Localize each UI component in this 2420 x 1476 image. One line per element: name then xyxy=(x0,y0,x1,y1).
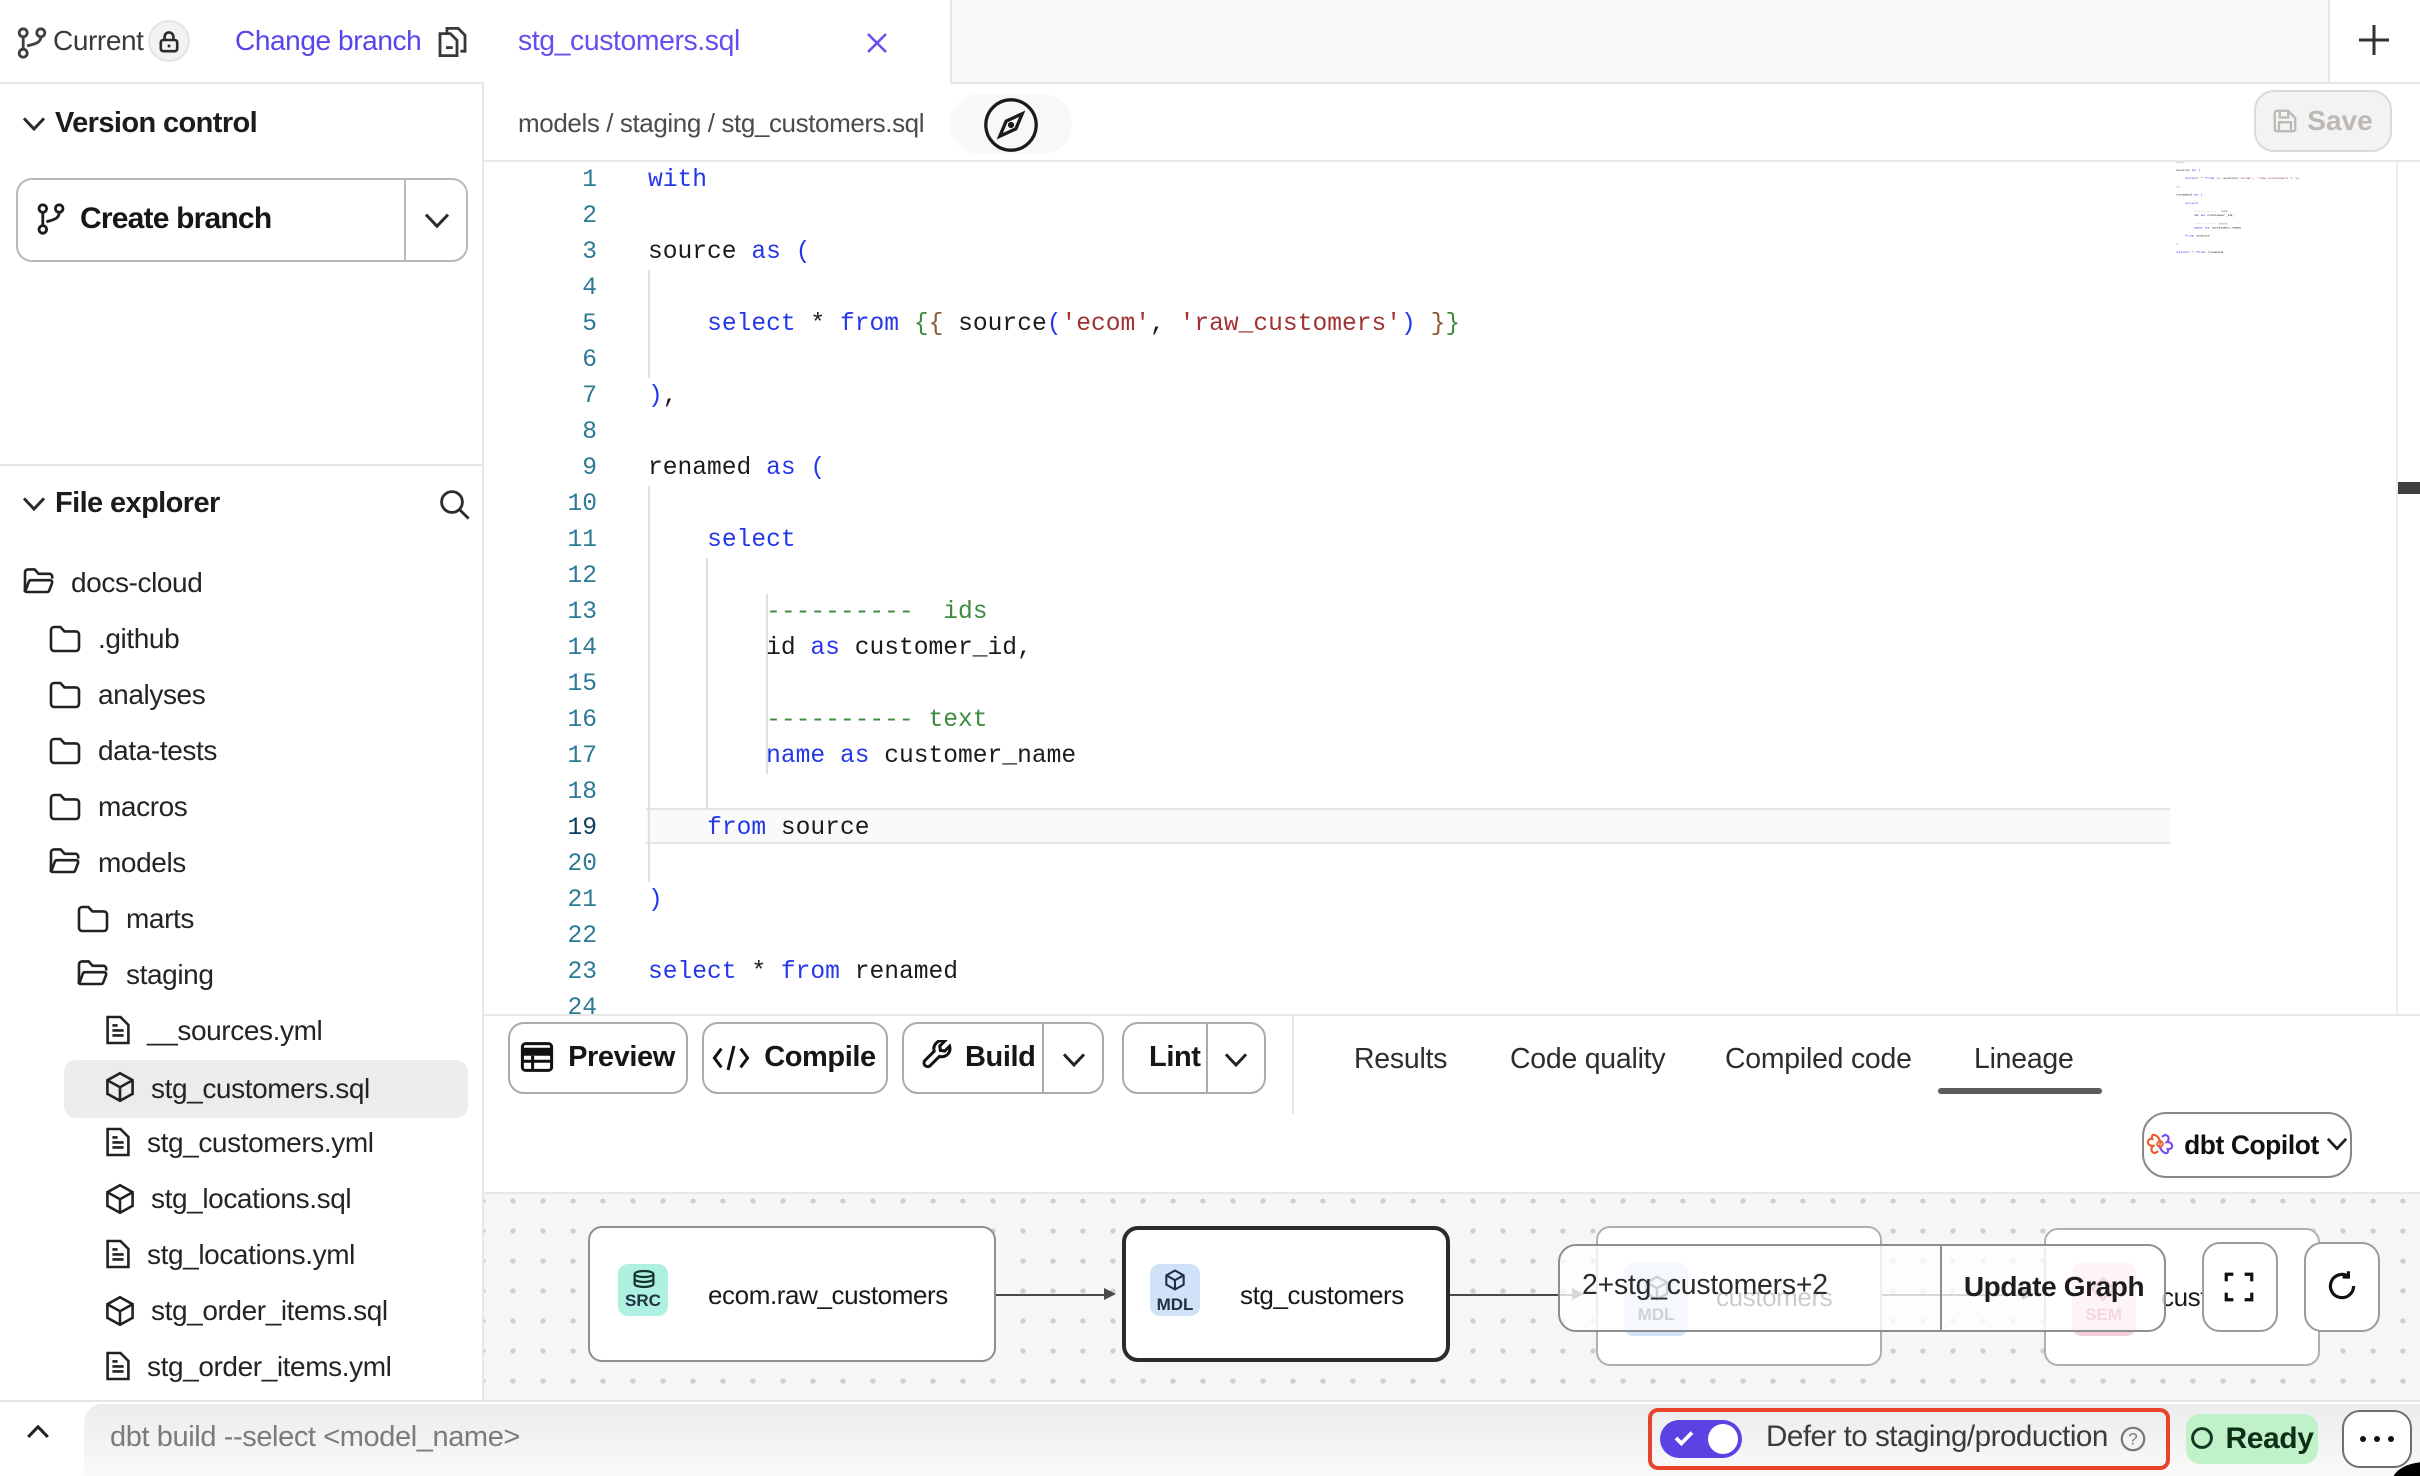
svg-text:?: ? xyxy=(2128,1429,2137,1448)
